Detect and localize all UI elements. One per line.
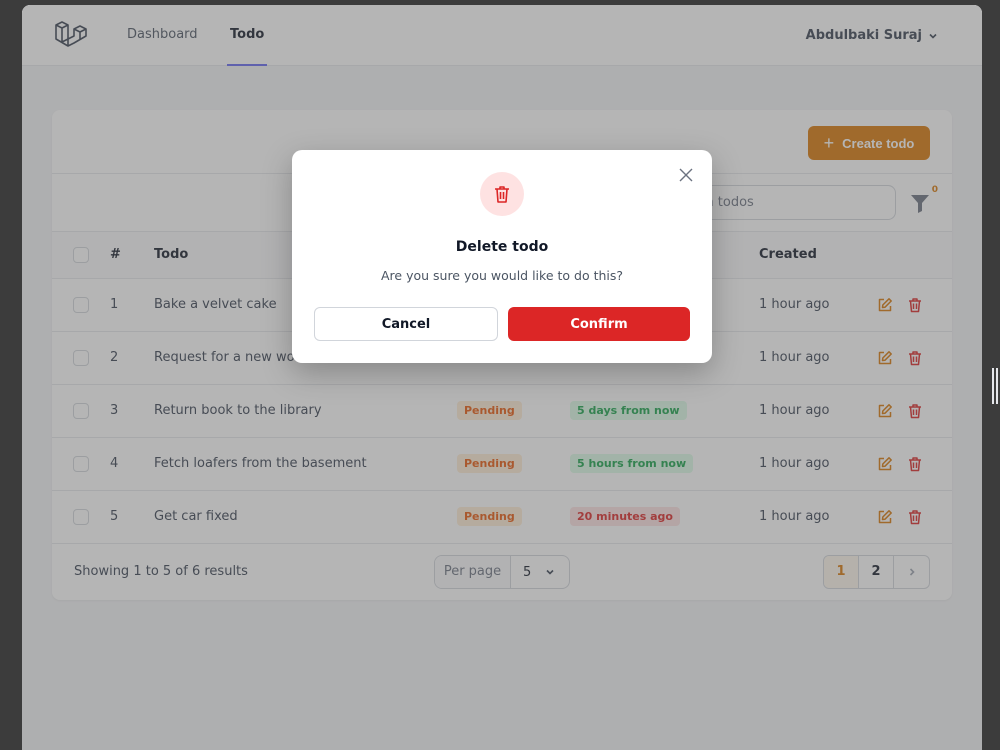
delete-todo-modal: Delete todo Are you sure you would like … <box>292 150 712 363</box>
cancel-button[interactable]: Cancel <box>314 307 498 341</box>
confirm-button[interactable]: Confirm <box>508 307 690 341</box>
scrollbar-handle[interactable] <box>992 368 998 404</box>
modal-icon-circle <box>480 172 524 216</box>
modal-description: Are you sure you would like to do this? <box>380 268 624 283</box>
modal-backdrop[interactable] <box>22 5 982 750</box>
trash-icon <box>495 186 509 203</box>
app-window: Dashboard Todo Abdulbaki Suraj + Create … <box>22 5 982 750</box>
close-icon[interactable] <box>679 168 693 182</box>
modal-title: Delete todo <box>455 239 549 255</box>
